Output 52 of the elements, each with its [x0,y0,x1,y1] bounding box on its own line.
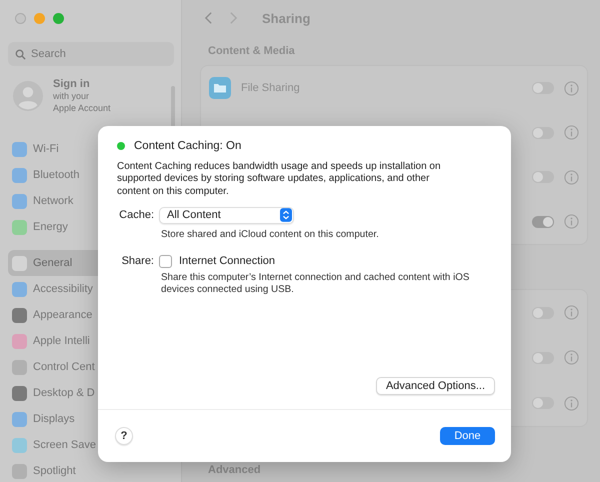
sidebar-item[interactable]: Wi-Fi [8,136,98,162]
toggle-switch[interactable] [532,352,554,364]
info-icon[interactable] [564,80,579,96]
chevron-icon [280,208,292,222]
toggle-switch[interactable] [532,82,554,94]
toggle-switch[interactable] [532,306,554,319]
account-subtitle: with your Apple Account [53,90,111,114]
cache-dropdown[interactable]: All Content [159,206,294,224]
account-title[interactable]: Sign in [53,78,111,90]
sidebar-item[interactable]: Apple Intelli [8,328,98,354]
sidebar-item[interactable]: Spotlight [8,458,98,482]
sidebar-item[interactable]: General [8,250,98,276]
sidebar-item[interactable]: Screen Save [8,432,98,458]
info-icon[interactable] [564,170,579,185]
sidebar-item[interactable]: Appearance [8,302,98,328]
info-icon[interactable] [564,125,579,140]
hint-text: Share this computer’s Internet connection and cached content with iOS devices connected using USB. [161,272,470,296]
info-icon[interactable] [564,305,579,320]
toggle-switch[interactable] [532,216,554,228]
avatar-icon [13,81,43,111]
checkbox[interactable] [159,254,172,268]
sidebar-item[interactable]: Control Cent [8,354,98,380]
field-label: Cache: [118,209,154,222]
toggle-switch[interactable] [532,126,554,139]
info-icon[interactable] [564,214,579,230]
checkbox-label[interactable]: Internet Connection [179,255,276,268]
toggle-switch[interactable] [532,171,554,184]
info-icon[interactable] [564,396,579,411]
zoom-button[interactable] [53,13,64,24]
search-icon [15,49,26,60]
sidebar-item[interactable]: Accessibility [8,276,98,302]
sidebar-item[interactable]: Bluetooth [8,162,98,188]
minimize-button[interactable] [34,13,45,24]
sidebar-item[interactable]: Desktop & D [8,380,98,406]
info-icon[interactable] [564,350,579,366]
folder-icon [209,77,231,100]
sidebar-item[interactable]: Displays [8,406,98,432]
forward-icon[interactable] [229,11,238,25]
sidebar-item[interactable]: Network [8,188,98,214]
back-icon[interactable] [204,11,213,25]
row-label: File Sharing [241,82,300,94]
status-text: Content Caching: On [134,140,242,152]
sidebar-item[interactable]: Energy [8,214,98,240]
toggle-switch[interactable] [532,397,554,410]
advanced-options-button[interactable]: Advanced Options... [376,377,495,395]
done-button[interactable]: Done [440,427,495,445]
description-text: Content Caching reduces bandwidth usage and speeds up installation on supported devices by storing software updates, applications, and other content on this computer. [117,161,442,198]
help-button[interactable]: ? [115,427,133,445]
hint-text: Store shared and iCloud content on this computer. [161,228,380,241]
close-button[interactable] [15,13,26,24]
field-label: Share: [120,255,154,268]
search-field[interactable]: Search [8,42,174,66]
